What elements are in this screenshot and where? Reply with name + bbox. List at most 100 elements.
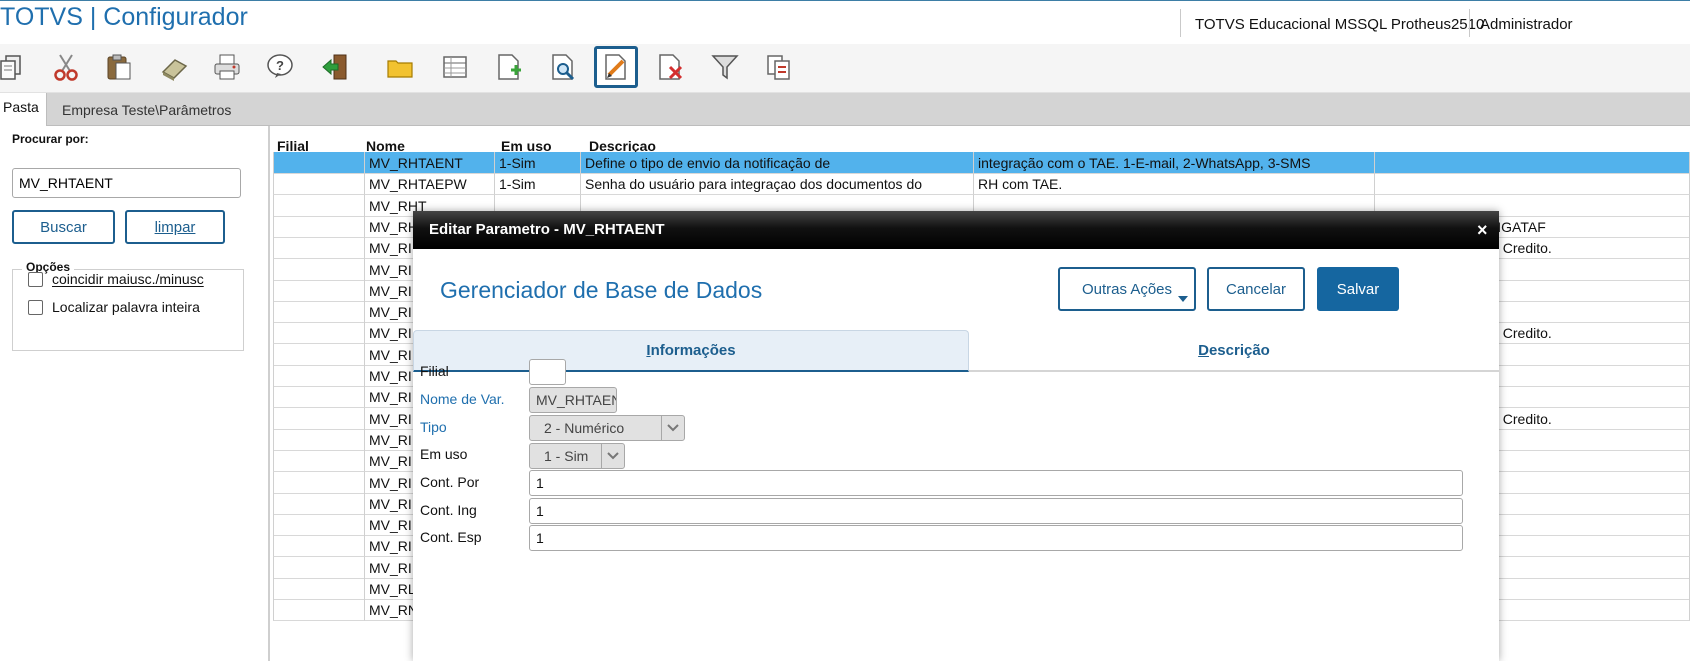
help-icon[interactable]: ? xyxy=(261,49,299,85)
table-icon[interactable] xyxy=(436,49,474,85)
table-cell xyxy=(273,173,365,196)
table-cell xyxy=(273,152,365,174)
caret-down-icon xyxy=(1178,296,1188,302)
dialog-header-title: Gerenciador de Base de Dados xyxy=(440,277,763,303)
cut-icon[interactable] xyxy=(47,49,85,85)
option-case-sensitive[interactable]: coincidir maiusc./minusc xyxy=(28,271,204,287)
table-cell: MV_RHTAENT xyxy=(365,152,495,174)
clear-button[interactable]: limpar xyxy=(125,210,225,244)
print-icon[interactable] xyxy=(208,49,246,85)
tab-descricao[interactable]: Descrição xyxy=(969,330,1499,372)
table-cell xyxy=(273,386,365,409)
folder-tab-label: Pasta xyxy=(3,99,39,115)
tipo-label: Tipo xyxy=(420,419,447,435)
dialog-titlebar: Editar Parametro - MV_RHTAENT × xyxy=(413,211,1499,249)
search-document-icon[interactable] xyxy=(544,49,582,85)
paste-icon[interactable] xyxy=(100,49,138,85)
cont-por-input[interactable]: 1 xyxy=(529,470,1463,496)
em-uso-select: 1 - Sim xyxy=(529,443,625,469)
toolbar: ? xyxy=(0,44,1690,93)
table-row[interactable]: MV_RHTAENT 1-Sim Define o tipo de envio da… xyxy=(273,152,1690,174)
delete-document-icon[interactable] xyxy=(651,49,689,85)
save-button[interactable]: Salvar xyxy=(1317,267,1399,311)
exit-icon[interactable] xyxy=(316,49,354,85)
em-uso-value: 1 - Sim xyxy=(544,448,589,464)
breadcrumb: Empresa Teste\Parâmetros xyxy=(62,102,232,118)
checkbox[interactable] xyxy=(28,299,43,315)
table-cell xyxy=(273,471,365,494)
table-cell xyxy=(1375,152,1690,174)
filial-input[interactable] xyxy=(529,359,566,385)
table-cell xyxy=(273,492,365,515)
tipo-value: 2 - Numérico xyxy=(544,420,625,436)
chevron-down-icon xyxy=(661,416,684,440)
table-cell: RH com TAE. xyxy=(974,173,1375,196)
cont-esp-input[interactable]: 1 xyxy=(529,525,1463,551)
search-input[interactable] xyxy=(12,168,241,198)
dialog-title: Editar Parametro - MV_RHTAENT xyxy=(429,221,665,238)
table-cell: Senha do usuário para integraçao dos doc… xyxy=(581,173,974,196)
cancel-button[interactable]: Cancelar xyxy=(1207,267,1305,311)
option-whole-word[interactable]: Localizar palavra inteira xyxy=(28,299,200,315)
filial-label: Filial xyxy=(420,363,449,379)
checkbox[interactable] xyxy=(28,271,43,287)
search-panel: Procurar por: Buscar limpar Opções coinc… xyxy=(0,126,270,661)
table-cell xyxy=(273,215,365,238)
close-icon[interactable]: × xyxy=(1477,220,1488,241)
header-separator xyxy=(1180,9,1181,37)
cont-ing-input[interactable]: 1 xyxy=(529,498,1463,524)
table-cell: 1-Sim xyxy=(495,152,581,174)
table-cell xyxy=(273,279,365,302)
copy-icon[interactable] xyxy=(0,49,32,85)
folder-tab[interactable]: Pasta xyxy=(0,93,47,126)
chevron-down-icon xyxy=(601,444,624,468)
app-title: TOTVS | Configurador xyxy=(0,3,248,31)
table-cell xyxy=(273,365,365,387)
cont-ing-label: Cont. Ing xyxy=(420,502,477,518)
table-row[interactable]: MV_RHTAEPW 1-Sim Senha do usuário para int… xyxy=(273,173,1690,196)
table-cell: Define o tipo de envio da notificação de xyxy=(581,152,974,174)
add-document-icon[interactable] xyxy=(490,49,528,85)
option-label: coincidir maiusc./minusc xyxy=(52,271,204,287)
user-label[interactable]: Administrador xyxy=(1480,16,1690,33)
table-cell xyxy=(273,322,365,345)
more-actions-label: Outras Ações xyxy=(1081,280,1173,298)
em-uso-label: Em uso xyxy=(420,446,468,462)
edit-document-icon[interactable] xyxy=(594,46,638,88)
table-cell: 1-Sim xyxy=(495,173,581,196)
table-cell xyxy=(273,514,365,537)
table-cell: MV_RHTAEPW xyxy=(365,173,495,196)
tab-informacoes[interactable]: Informações xyxy=(413,330,969,372)
filter-icon[interactable] xyxy=(706,49,744,85)
app-header: TOTVS | Configurador TOTVS Educacional M… xyxy=(0,0,1690,45)
folder-icon[interactable] xyxy=(381,49,419,85)
search-label: Procurar por: xyxy=(12,132,89,146)
more-actions-button[interactable]: Outras Ações xyxy=(1058,267,1196,311)
svg-text:?: ? xyxy=(276,58,284,73)
table-cell xyxy=(273,599,365,622)
header-separator xyxy=(1469,9,1470,37)
tab-accesskey: D xyxy=(1198,341,1209,359)
table-cell xyxy=(273,535,365,558)
table-cell xyxy=(273,301,365,324)
search-button[interactable]: Buscar xyxy=(12,210,115,244)
cont-esp-label: Cont. Esp xyxy=(420,529,482,545)
table-cell xyxy=(273,428,365,451)
table-cell xyxy=(273,237,365,260)
copy-document-icon[interactable] xyxy=(760,49,798,85)
environment-label: TOTVS Educacional MSSQL Protheus2510 xyxy=(1195,16,1485,33)
edit-parameter-dialog: Editar Parametro - MV_RHTAENT × Gerencia… xyxy=(413,211,1499,661)
table-cell xyxy=(273,578,365,600)
table-cell: integração com o TAE. 1-E-mail, 2-WhatsA… xyxy=(974,152,1375,174)
table-cell xyxy=(273,343,365,366)
tab-label: nformações xyxy=(650,342,736,359)
eraser-icon[interactable] xyxy=(155,49,193,85)
tab-label: escrição xyxy=(1208,341,1270,359)
table-cell xyxy=(273,556,365,579)
table-cell xyxy=(273,407,365,430)
table-cell xyxy=(273,450,365,473)
nome-var-label: Nome de Var. xyxy=(420,391,505,407)
table-cell xyxy=(1375,173,1690,196)
nome-var-input: MV_RHTAENT xyxy=(529,387,617,413)
table-cell xyxy=(273,194,365,217)
